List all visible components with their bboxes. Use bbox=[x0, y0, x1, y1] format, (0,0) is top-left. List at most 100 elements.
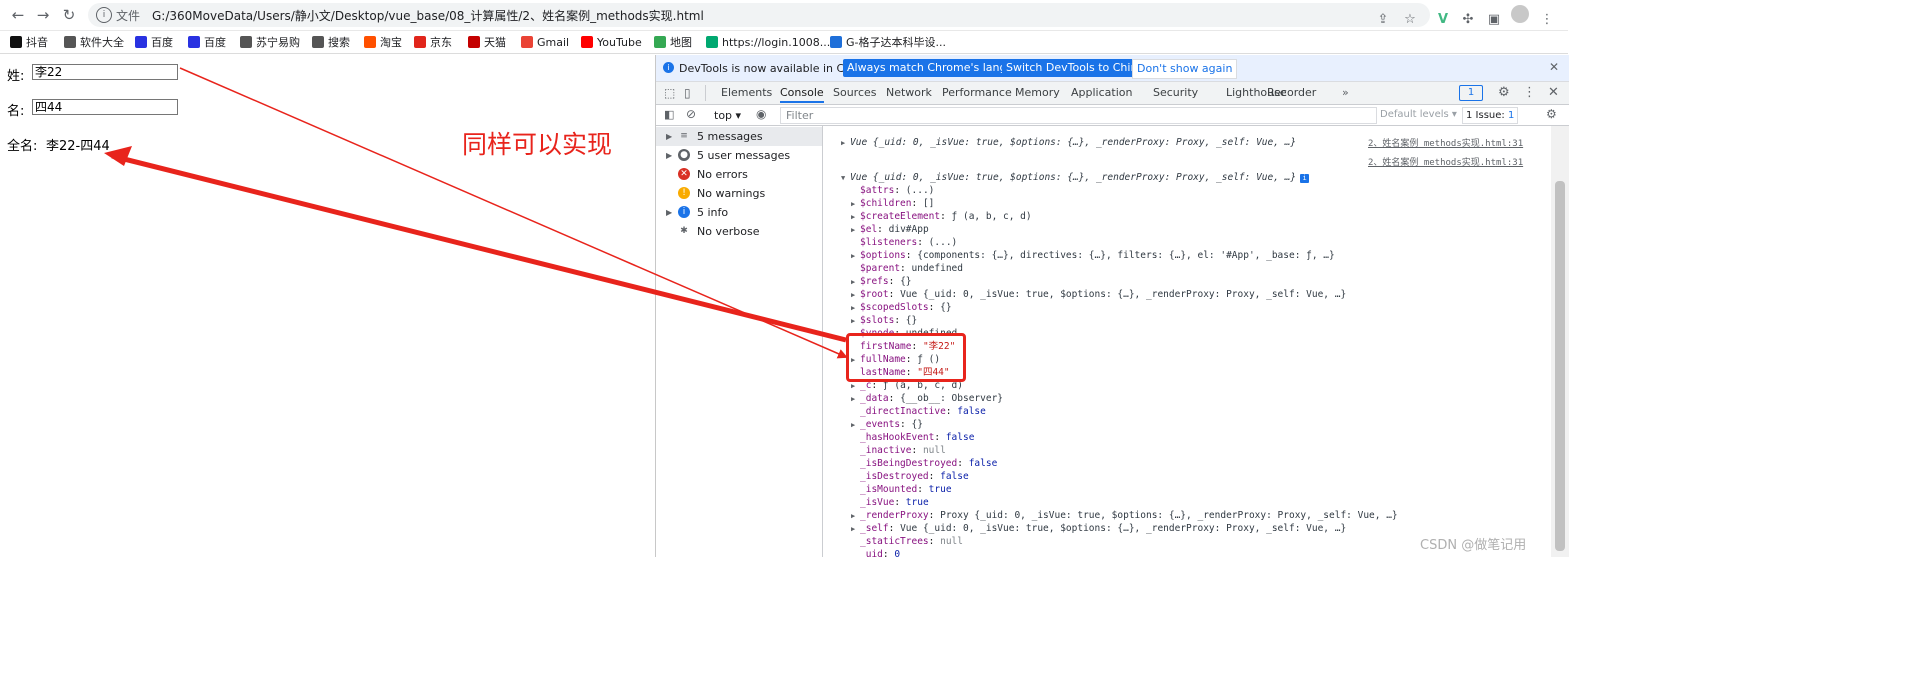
console-property-row[interactable]: $attrs: (...) bbox=[851, 184, 934, 197]
console-property-row[interactable]: ▶ $refs: {} bbox=[851, 275, 912, 288]
url-text[interactable]: G:/360MoveData/Users/静小文/Desktop/vue_bas… bbox=[152, 7, 704, 24]
bookmark-item[interactable]: 搜索 bbox=[312, 34, 350, 50]
console-property-row[interactable]: ▶ $root: Vue {_uid: 0, _isVue: true, $opt… bbox=[851, 288, 1346, 301]
console-property-row[interactable]: $listeners: (...) bbox=[851, 236, 957, 249]
tab-elements[interactable]: Elements bbox=[721, 86, 772, 99]
console-property-row[interactable]: ▶ $el: div#App bbox=[851, 223, 929, 236]
forward-icon[interactable]: → bbox=[33, 5, 53, 25]
share-icon[interactable]: ⇪ bbox=[1374, 11, 1392, 29]
dont-show-again-button[interactable]: Don't show again bbox=[1132, 59, 1238, 79]
clear-console-icon[interactable]: ⊘ bbox=[686, 107, 696, 121]
bookmark-item[interactable]: 天猫 bbox=[468, 34, 506, 50]
sidebar-filter-item[interactable]: ▶ i 5 info bbox=[656, 203, 822, 222]
bookmark-item[interactable]: YouTube bbox=[581, 34, 642, 50]
sidebar-filter-item[interactable]: ✱ No verbose bbox=[656, 222, 822, 241]
reload-icon[interactable]: ↻ bbox=[59, 5, 79, 25]
bookmark-item[interactable]: https://login.1008... bbox=[706, 34, 830, 50]
tab-network[interactable]: Network bbox=[886, 86, 932, 99]
expand-arrow-icon[interactable]: ▼ bbox=[841, 172, 850, 185]
bookmark-item[interactable]: 淘宝 bbox=[364, 34, 402, 50]
bookmark-item[interactable]: 百度 bbox=[135, 34, 173, 50]
console-property-row[interactable]: ▶ _events: {} bbox=[851, 418, 923, 431]
scrollbar-thumb[interactable] bbox=[1555, 181, 1565, 551]
expand-arrow-icon[interactable]: ▶ bbox=[666, 127, 672, 146]
expand-arrow-icon[interactable]: ▶ bbox=[666, 203, 672, 222]
tab-memory[interactable]: Memory bbox=[1015, 86, 1060, 99]
back-icon[interactable]: ← bbox=[8, 5, 28, 25]
tab-sources[interactable]: Sources bbox=[833, 86, 877, 99]
console-scrollbar[interactable] bbox=[1551, 126, 1569, 557]
filter-input[interactable]: Filter bbox=[780, 107, 1377, 124]
console-property-row[interactable]: ▶ _self: Vue {_uid: 0, _isVue: true, $opt… bbox=[851, 522, 1346, 535]
console-settings-icon[interactable]: ⚙ bbox=[1546, 107, 1557, 121]
live-expression-eye-icon[interactable]: ◉ bbox=[756, 107, 766, 121]
console-property-row[interactable]: _staticTrees: null bbox=[851, 535, 963, 548]
console-property-row[interactable]: _hasHookEvent: false bbox=[851, 431, 974, 444]
tab-security[interactable]: Security bbox=[1153, 86, 1198, 99]
console-property-row[interactable]: _isMounted: true bbox=[851, 483, 952, 496]
sidebar-filter-item[interactable]: ▶ ≡ 5 messages bbox=[656, 127, 822, 146]
console-log-row[interactable] bbox=[841, 155, 850, 168]
device-toolbar-icon[interactable]: ▯ bbox=[684, 86, 691, 100]
bookmark-star-icon[interactable]: ☆ bbox=[1401, 11, 1419, 29]
console-property-row[interactable]: _inactive: null bbox=[851, 444, 946, 457]
console-property-row[interactable]: ▶ $options: {components: {…}, directives:… bbox=[851, 249, 1335, 262]
console-property-row[interactable]: _isDestroyed: false bbox=[851, 470, 969, 483]
console-property-row[interactable]: ▶ $slots: {} bbox=[851, 314, 917, 327]
site-info-icon[interactable]: i bbox=[96, 7, 112, 23]
console-property-row[interactable]: ▶ _renderProxy: Proxy {_uid: 0, _isVue: t… bbox=[851, 509, 1398, 522]
expand-arrow-icon[interactable]: ▶ bbox=[666, 146, 672, 165]
tab-performance[interactable]: Performance bbox=[942, 86, 1012, 99]
close-banner-icon[interactable]: ✕ bbox=[1549, 60, 1559, 74]
tab-recorder[interactable]: Recorder bbox=[1267, 86, 1316, 99]
menu-dots-icon[interactable]: ⋮ bbox=[1538, 11, 1556, 29]
console-property-row[interactable]: ▶ $createElement: ƒ (a, b, c, d) bbox=[851, 210, 1032, 223]
default-levels-dropdown[interactable]: Default levels ▾ bbox=[1380, 109, 1457, 120]
console-property-row[interactable]: ▶ $children: [] bbox=[851, 197, 934, 210]
sidebar-filter-item[interactable]: ! No warnings bbox=[656, 184, 822, 203]
bookmark-item[interactable]: 百度 bbox=[188, 34, 226, 50]
console-log-row[interactable]: ▼ Vue {_uid: 0, _isVue: true, $options: {… bbox=[841, 171, 1310, 185]
source-link[interactable]: 2、姓名案例_methods实现.html:31 bbox=[1368, 136, 1523, 149]
extensions-icon[interactable]: ✣ bbox=[1459, 11, 1477, 29]
console-property-row[interactable]: _isBeingDestroyed: false bbox=[851, 457, 997, 470]
more-options-icon[interactable]: ⋮ bbox=[1523, 85, 1536, 100]
bookmark-item[interactable]: 地图 bbox=[654, 34, 692, 50]
bookmark-item[interactable]: 苏宁易购 bbox=[240, 34, 300, 50]
tab-console[interactable]: Console bbox=[780, 86, 824, 103]
bookmark-item[interactable]: G-格子达本科毕设... bbox=[830, 34, 946, 50]
close-devtools-icon[interactable]: ✕ bbox=[1548, 85, 1559, 100]
bookmark-item[interactable]: 软件大全 bbox=[64, 34, 124, 50]
more-tabs-icon[interactable]: » bbox=[1342, 86, 1349, 99]
address-bar[interactable]: i 文件 G:/360MoveData/Users/静小文/Desktop/vu… bbox=[88, 3, 1430, 27]
vue-devtools-icon[interactable]: V bbox=[1434, 11, 1452, 29]
expand-arrow-icon[interactable]: ▶ bbox=[841, 137, 850, 150]
sidebar-filter-item[interactable]: ✕ No errors bbox=[656, 165, 822, 184]
side-panel-icon[interactable]: ▣ bbox=[1485, 11, 1503, 29]
first-name-input[interactable]: 四44 bbox=[32, 99, 178, 115]
sidebar-filter-item[interactable]: ▶ ● 5 user messages bbox=[656, 146, 822, 165]
inspect-icon[interactable]: ⬚ bbox=[664, 86, 675, 100]
bookmark-item[interactable]: Gmail bbox=[521, 34, 569, 50]
last-name-input[interactable]: 李22 bbox=[32, 64, 178, 80]
console-property-row[interactable]: $parent: undefined bbox=[851, 262, 963, 275]
messages-badge[interactable]: 1 bbox=[1459, 85, 1483, 101]
console-log-row[interactable]: ▶ Vue {_uid: 0, _isVue: true, $options: {… bbox=[841, 136, 1296, 149]
colon: : bbox=[894, 185, 906, 196]
sidebar-toggle-icon[interactable]: ◧ bbox=[664, 108, 674, 121]
console-property-row[interactable]: _uid: 0 bbox=[851, 548, 900, 557]
issues-button[interactable]: 1 Issue: 1 bbox=[1462, 107, 1519, 124]
context-selector[interactable]: top ▾ bbox=[714, 109, 741, 122]
console-property-row[interactable]: _directInactive: false bbox=[851, 405, 986, 418]
tab-application[interactable]: Application bbox=[1071, 86, 1132, 99]
bookmark-label: 软件大全 bbox=[80, 36, 124, 49]
console-property-row[interactable]: ▶ _data: {__ob__: Observer} bbox=[851, 392, 1003, 405]
info-badge-icon[interactable]: i bbox=[1300, 174, 1310, 183]
bookmark-item[interactable]: 京东 bbox=[414, 34, 452, 50]
source-link[interactable]: 2、姓名案例_methods实现.html:31 bbox=[1368, 155, 1523, 168]
console-property-row[interactable]: _isVue: true bbox=[851, 496, 929, 509]
console-property-row[interactable]: ▶ $scopedSlots: {} bbox=[851, 301, 952, 314]
bookmark-item[interactable]: 抖音 bbox=[10, 34, 48, 50]
profile-avatar[interactable] bbox=[1511, 5, 1529, 23]
settings-gear-icon[interactable]: ⚙ bbox=[1498, 85, 1510, 100]
